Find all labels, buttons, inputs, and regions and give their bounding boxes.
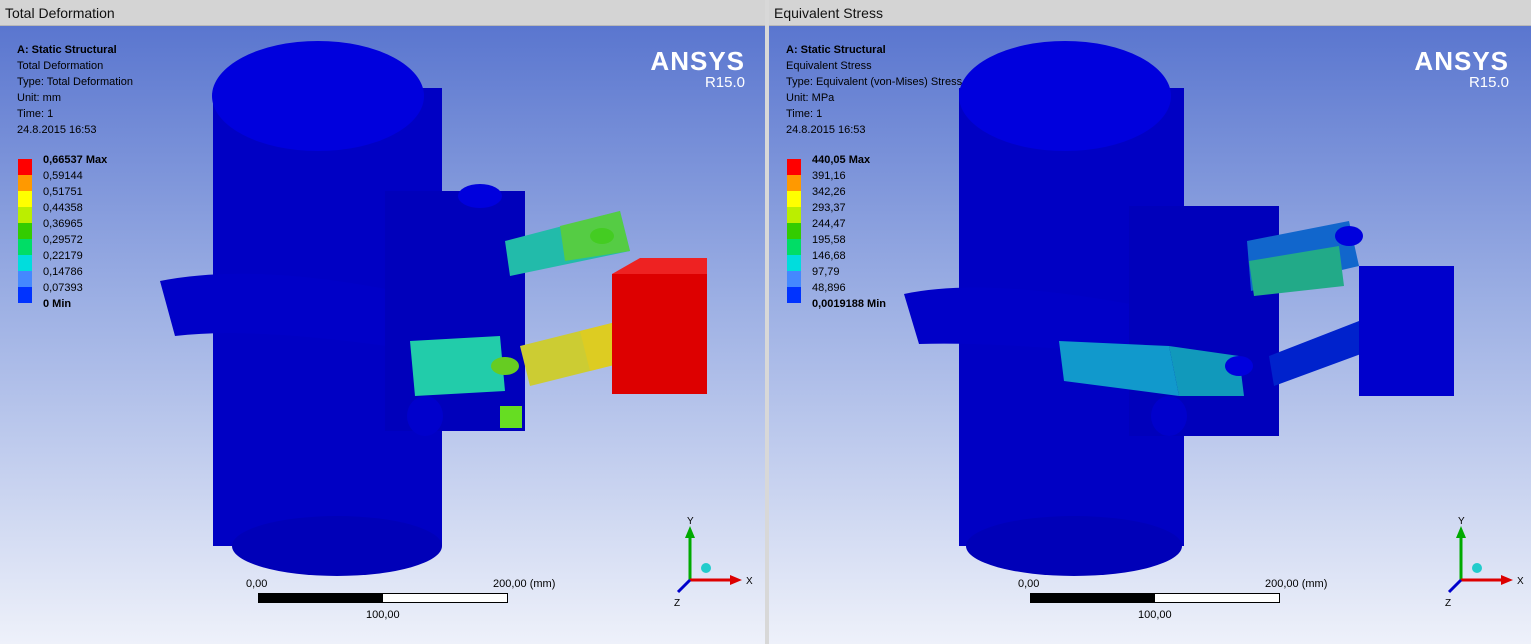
result-type: Type: Equivalent (von-Mises) Stress (786, 76, 963, 88)
scale-end-label: 200,00 (mm) (1265, 578, 1328, 590)
result-date: 24.8.2015 16:53 (786, 124, 866, 136)
equivalent-stress-pane[interactable]: Equivalent Stress A: Static Structural E… (769, 0, 1531, 644)
legend-max-label: 0,66537 Max (43, 154, 108, 166)
legend-swatch (18, 255, 32, 271)
legend-swatch (18, 271, 32, 287)
legend-label: 0,22179 (43, 250, 83, 262)
result-name: Total Deformation (17, 60, 104, 72)
graphics-viewport[interactable]: A: Static Structural Equivalent Stress T… (769, 26, 1531, 644)
scale-mid-label: 100,00 (1138, 609, 1172, 621)
legend-label: 391,16 (812, 170, 846, 182)
brand-name: ANSYS (650, 46, 745, 76)
legend-swatch (787, 175, 801, 191)
legend-label: 0,59144 (43, 170, 83, 182)
axis-triad[interactable]: Y X Z (668, 516, 760, 608)
legend-swatch (18, 223, 32, 239)
legend-label: 48,896 (812, 282, 846, 294)
scale-mid-label: 100,00 (366, 609, 400, 621)
triad-y-label: Y (1458, 516, 1465, 527)
legend-swatch (787, 271, 801, 287)
ansys-logo: ANSYS R15.0 (650, 48, 745, 91)
legend-swatch (787, 239, 801, 255)
brand-name: ANSYS (1414, 46, 1509, 76)
legend-label: 244,47 (812, 218, 846, 230)
legend-swatch (787, 207, 801, 223)
analysis-name: A: Static Structural (17, 44, 117, 56)
legend-label: 0,44358 (43, 202, 83, 214)
legend-min-label: 0,0019188 Min (812, 298, 886, 310)
legend-swatch (787, 159, 801, 175)
legend-swatch (787, 287, 801, 303)
triad-y-label: Y (687, 516, 694, 527)
result-info: A: Static Structural Total Deformation T… (17, 42, 133, 138)
brand-version: R15.0 (1468, 74, 1509, 91)
legend-max-label: 440,05 Max (812, 154, 871, 166)
scale-end-label: 200,00 (mm) (493, 578, 556, 590)
legend-swatch (18, 239, 32, 255)
result-unit: Unit: MPa (786, 92, 835, 104)
scale-bar-graphic (258, 593, 508, 603)
legend-label: 0,51751 (43, 186, 83, 198)
result-date: 24.8.2015 16:53 (17, 124, 97, 136)
pane-title[interactable]: Total Deformation (0, 0, 767, 26)
axis-triad[interactable]: Y X Z (1439, 516, 1531, 608)
legend-label: 342,26 (812, 186, 846, 198)
result-time: Time: 1 (786, 108, 823, 120)
legend-label: 293,37 (812, 202, 846, 214)
legend-swatch (18, 175, 32, 191)
result-unit: Unit: mm (17, 92, 61, 104)
scale-start-label: 0,00 (1018, 578, 1040, 590)
legend-label: 0,07393 (43, 282, 83, 294)
legend-swatch (18, 287, 32, 303)
scale-bar-graphic (1030, 593, 1280, 603)
scale-start-label: 0,00 (246, 578, 268, 590)
legend-label: 0,36965 (43, 218, 83, 230)
legend-label: 0,29572 (43, 234, 83, 246)
legend-swatch (787, 191, 801, 207)
legend-label: 97,79 (812, 266, 840, 278)
result-name: Equivalent Stress (786, 60, 872, 72)
triad-x-label: X (746, 576, 753, 587)
legend-swatch (18, 207, 32, 223)
brand-version: R15.0 (704, 74, 745, 91)
legend-swatch (18, 191, 32, 207)
triad-z-label: Z (674, 598, 680, 608)
legend-label: 146,68 (812, 250, 846, 262)
graphics-viewport[interactable]: A: Static Structural Total Deformation T… (0, 26, 767, 644)
legend-label: 0,14786 (43, 266, 83, 278)
triad-x-label: X (1517, 576, 1524, 587)
pane-title[interactable]: Equivalent Stress (769, 0, 1531, 26)
analysis-name: A: Static Structural (786, 44, 886, 56)
ansys-logo: ANSYS R15.0 (1414, 48, 1509, 91)
legend-min-label: 0 Min (43, 298, 72, 310)
triad-z-label: Z (1445, 598, 1451, 608)
legend-swatch (18, 159, 32, 175)
legend-swatch (787, 255, 801, 271)
legend-label: 195,58 (812, 234, 846, 246)
total-deformation-pane[interactable]: Total Deformation A: Static Structural T… (0, 0, 767, 644)
result-info: A: Static Structural Equivalent Stress T… (786, 42, 962, 138)
result-time: Time: 1 (17, 108, 54, 120)
result-type: Type: Total Deformation (17, 76, 133, 88)
legend-swatch (787, 223, 801, 239)
